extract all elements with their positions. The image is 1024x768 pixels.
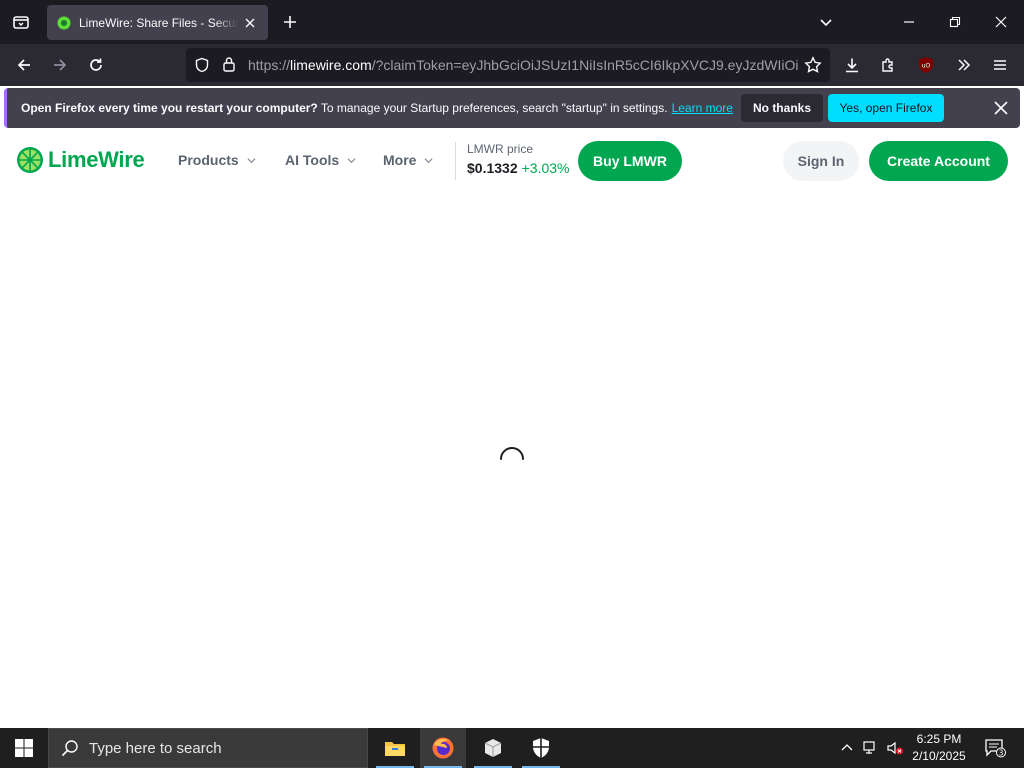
taskbar-search-box[interactable]: Type here to search: [48, 728, 368, 768]
browser-window: LimeWire: Share Files - Secure File Shar…: [0, 0, 1024, 728]
action-center-icon[interactable]: 3: [980, 728, 1010, 768]
startup-notification-bar: Open Firefox every time you restart your…: [4, 88, 1020, 128]
bookmark-star-icon[interactable]: [804, 56, 822, 79]
minimize-icon[interactable]: [897, 10, 921, 34]
address-bar[interactable]: https://limewire.com/?claimToken=eyJhbGc…: [186, 48, 830, 82]
windows-logo-icon: [15, 739, 33, 757]
buy-lmwr-button[interactable]: Buy LMWR: [578, 141, 682, 181]
search-placeholder: Type here to search: [89, 739, 222, 757]
lime-logo-icon: [17, 147, 43, 173]
tracking-protection-shield-icon[interactable]: [194, 57, 210, 78]
system-clock[interactable]: 6:25 PM 2/10/2025: [904, 731, 974, 765]
firefox-icon: [432, 737, 454, 759]
taskbar-file-explorer[interactable]: [372, 728, 418, 768]
tab-close-icon[interactable]: [242, 15, 258, 31]
lock-icon[interactable]: [222, 56, 236, 77]
start-button[interactable]: [0, 728, 48, 768]
downloads-icon[interactable]: [838, 51, 866, 79]
clock-date: 2/10/2025: [912, 749, 966, 763]
search-icon: [61, 740, 78, 757]
taskbar-package-app[interactable]: [470, 728, 516, 768]
network-icon[interactable]: [860, 728, 882, 768]
taskbar-security-app[interactable]: [518, 728, 564, 768]
web-page: LimeWire Products AI Tools More LMWR pri…: [0, 132, 1024, 728]
limewire-logo[interactable]: LimeWire: [16, 146, 145, 174]
folder-icon: [385, 742, 405, 756]
learn-more-link[interactable]: Learn more: [672, 101, 733, 115]
price-value-row: $0.1332 +3.03%: [467, 160, 569, 176]
menu-ai-tools-label: AI Tools: [285, 152, 340, 168]
navigation-toolbar: https://limewire.com/?claimToken=eyJhbGc…: [0, 44, 1024, 86]
menu-products[interactable]: Products: [178, 152, 256, 168]
window-close-icon[interactable]: [989, 10, 1013, 34]
no-thanks-button[interactable]: No thanks: [741, 94, 823, 122]
clock-time: 6:25 PM: [916, 732, 962, 746]
ublock-origin-icon[interactable]: uO: [912, 51, 940, 79]
limewire-favicon-icon: [57, 16, 71, 29]
url-text[interactable]: https://limewire.com/?claimToken=eyJhbGc…: [248, 57, 798, 73]
show-hidden-icons-chevron-icon[interactable]: [836, 728, 858, 768]
forward-arrow-icon[interactable]: [46, 51, 74, 79]
taskbar-firefox[interactable]: [420, 728, 466, 768]
back-arrow-icon[interactable]: [10, 51, 38, 79]
loading-spinner-icon: [500, 447, 524, 460]
menu-more-label: More: [383, 152, 417, 168]
shield-icon: [533, 738, 549, 758]
tab-strip: LimeWire: Share Files - Secure File Shar…: [0, 0, 1024, 44]
price-change: +3.03%: [521, 160, 570, 176]
menu-ai-tools[interactable]: AI Tools: [285, 152, 356, 168]
windows-taskbar: Type here to search 6:25 PM 2/10/2025 3: [0, 728, 1024, 768]
notification-count: 3: [999, 748, 1004, 757]
price-label: LMWR price: [467, 142, 534, 156]
notification-close-icon[interactable]: [991, 98, 1011, 118]
notification-message: Open Firefox every time you restart your…: [21, 101, 733, 115]
new-tab-icon[interactable]: [278, 10, 302, 34]
sign-in-button[interactable]: Sign In: [783, 141, 859, 181]
menu-more[interactable]: More: [383, 152, 433, 168]
menu-products-label: Products: [178, 152, 239, 168]
overflow-double-chevron-icon[interactable]: [950, 51, 978, 79]
reload-icon[interactable]: [82, 51, 110, 79]
price-value: $0.1332: [467, 160, 518, 176]
chevron-down-icon: [247, 157, 256, 163]
tab-overflow-chevron-icon[interactable]: [814, 10, 838, 34]
extensions-puzzle-icon[interactable]: [874, 51, 902, 79]
notification-bold-text: Open Firefox every time you restart your…: [21, 101, 318, 115]
lmwr-price-widget: LMWR price $0.1332 +3.03%: [455, 142, 569, 180]
svg-text:uO: uO: [922, 63, 931, 70]
list-all-tabs-icon[interactable]: [8, 8, 34, 36]
create-account-button[interactable]: Create Account: [869, 141, 1008, 181]
volume-muted-icon[interactable]: [884, 728, 906, 768]
tab-title: LimeWire: Share Files - Secure File Shar…: [79, 15, 238, 30]
notification-text: To manage your Startup preferences, sear…: [317, 101, 668, 115]
package-box-icon: [484, 739, 502, 757]
chevron-down-icon: [347, 157, 356, 163]
yes-open-firefox-button[interactable]: Yes, open Firefox: [828, 94, 944, 122]
tab-limewire[interactable]: LimeWire: Share Files - Secure File Shar…: [47, 5, 268, 40]
site-header: LimeWire Products AI Tools More LMWR pri…: [0, 132, 1024, 190]
restore-icon[interactable]: [943, 10, 967, 34]
logo-wordmark: LimeWire: [48, 147, 145, 172]
hamburger-menu-icon[interactable]: [986, 51, 1014, 79]
chevron-down-icon: [424, 157, 433, 163]
